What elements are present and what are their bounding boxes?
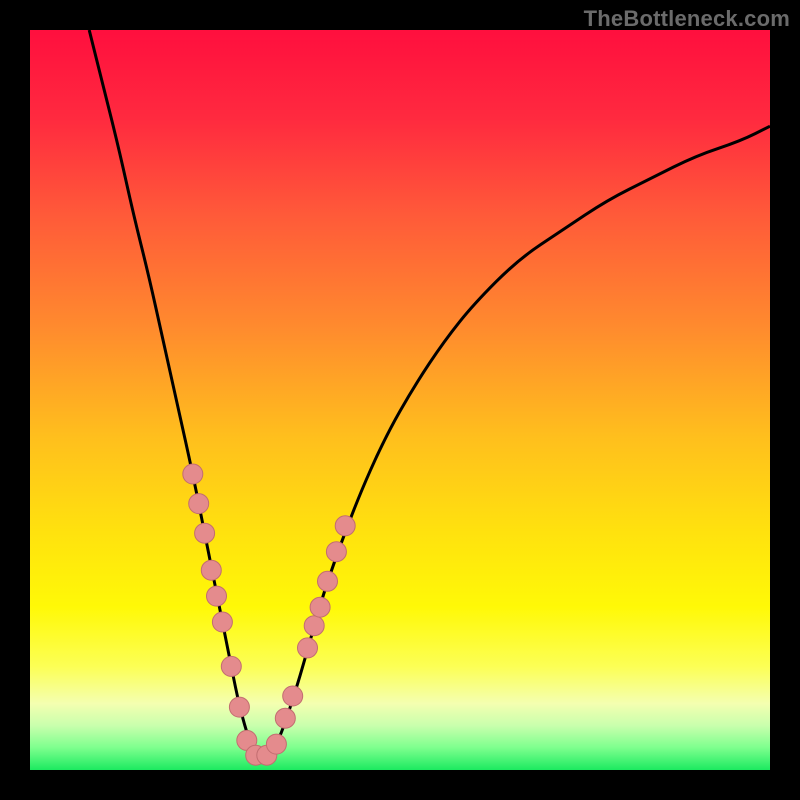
scatter-point <box>310 597 330 617</box>
chart-frame <box>30 30 770 770</box>
bottleneck-chart <box>30 30 770 770</box>
scatter-point <box>189 494 209 514</box>
scatter-point <box>201 560 221 580</box>
scatter-point <box>283 686 303 706</box>
scatter-point <box>195 523 215 543</box>
scatter-point <box>207 586 227 606</box>
gradient-background <box>30 30 770 770</box>
scatter-point <box>326 542 346 562</box>
scatter-point <box>229 697 249 717</box>
scatter-point <box>183 464 203 484</box>
scatter-point <box>275 708 295 728</box>
scatter-point <box>221 656 241 676</box>
scatter-point <box>266 734 286 754</box>
source-attribution: TheBottleneck.com <box>584 6 790 32</box>
scatter-point <box>318 571 338 591</box>
scatter-point <box>298 638 318 658</box>
scatter-point <box>304 616 324 636</box>
scatter-point <box>335 516 355 536</box>
scatter-point <box>212 612 232 632</box>
